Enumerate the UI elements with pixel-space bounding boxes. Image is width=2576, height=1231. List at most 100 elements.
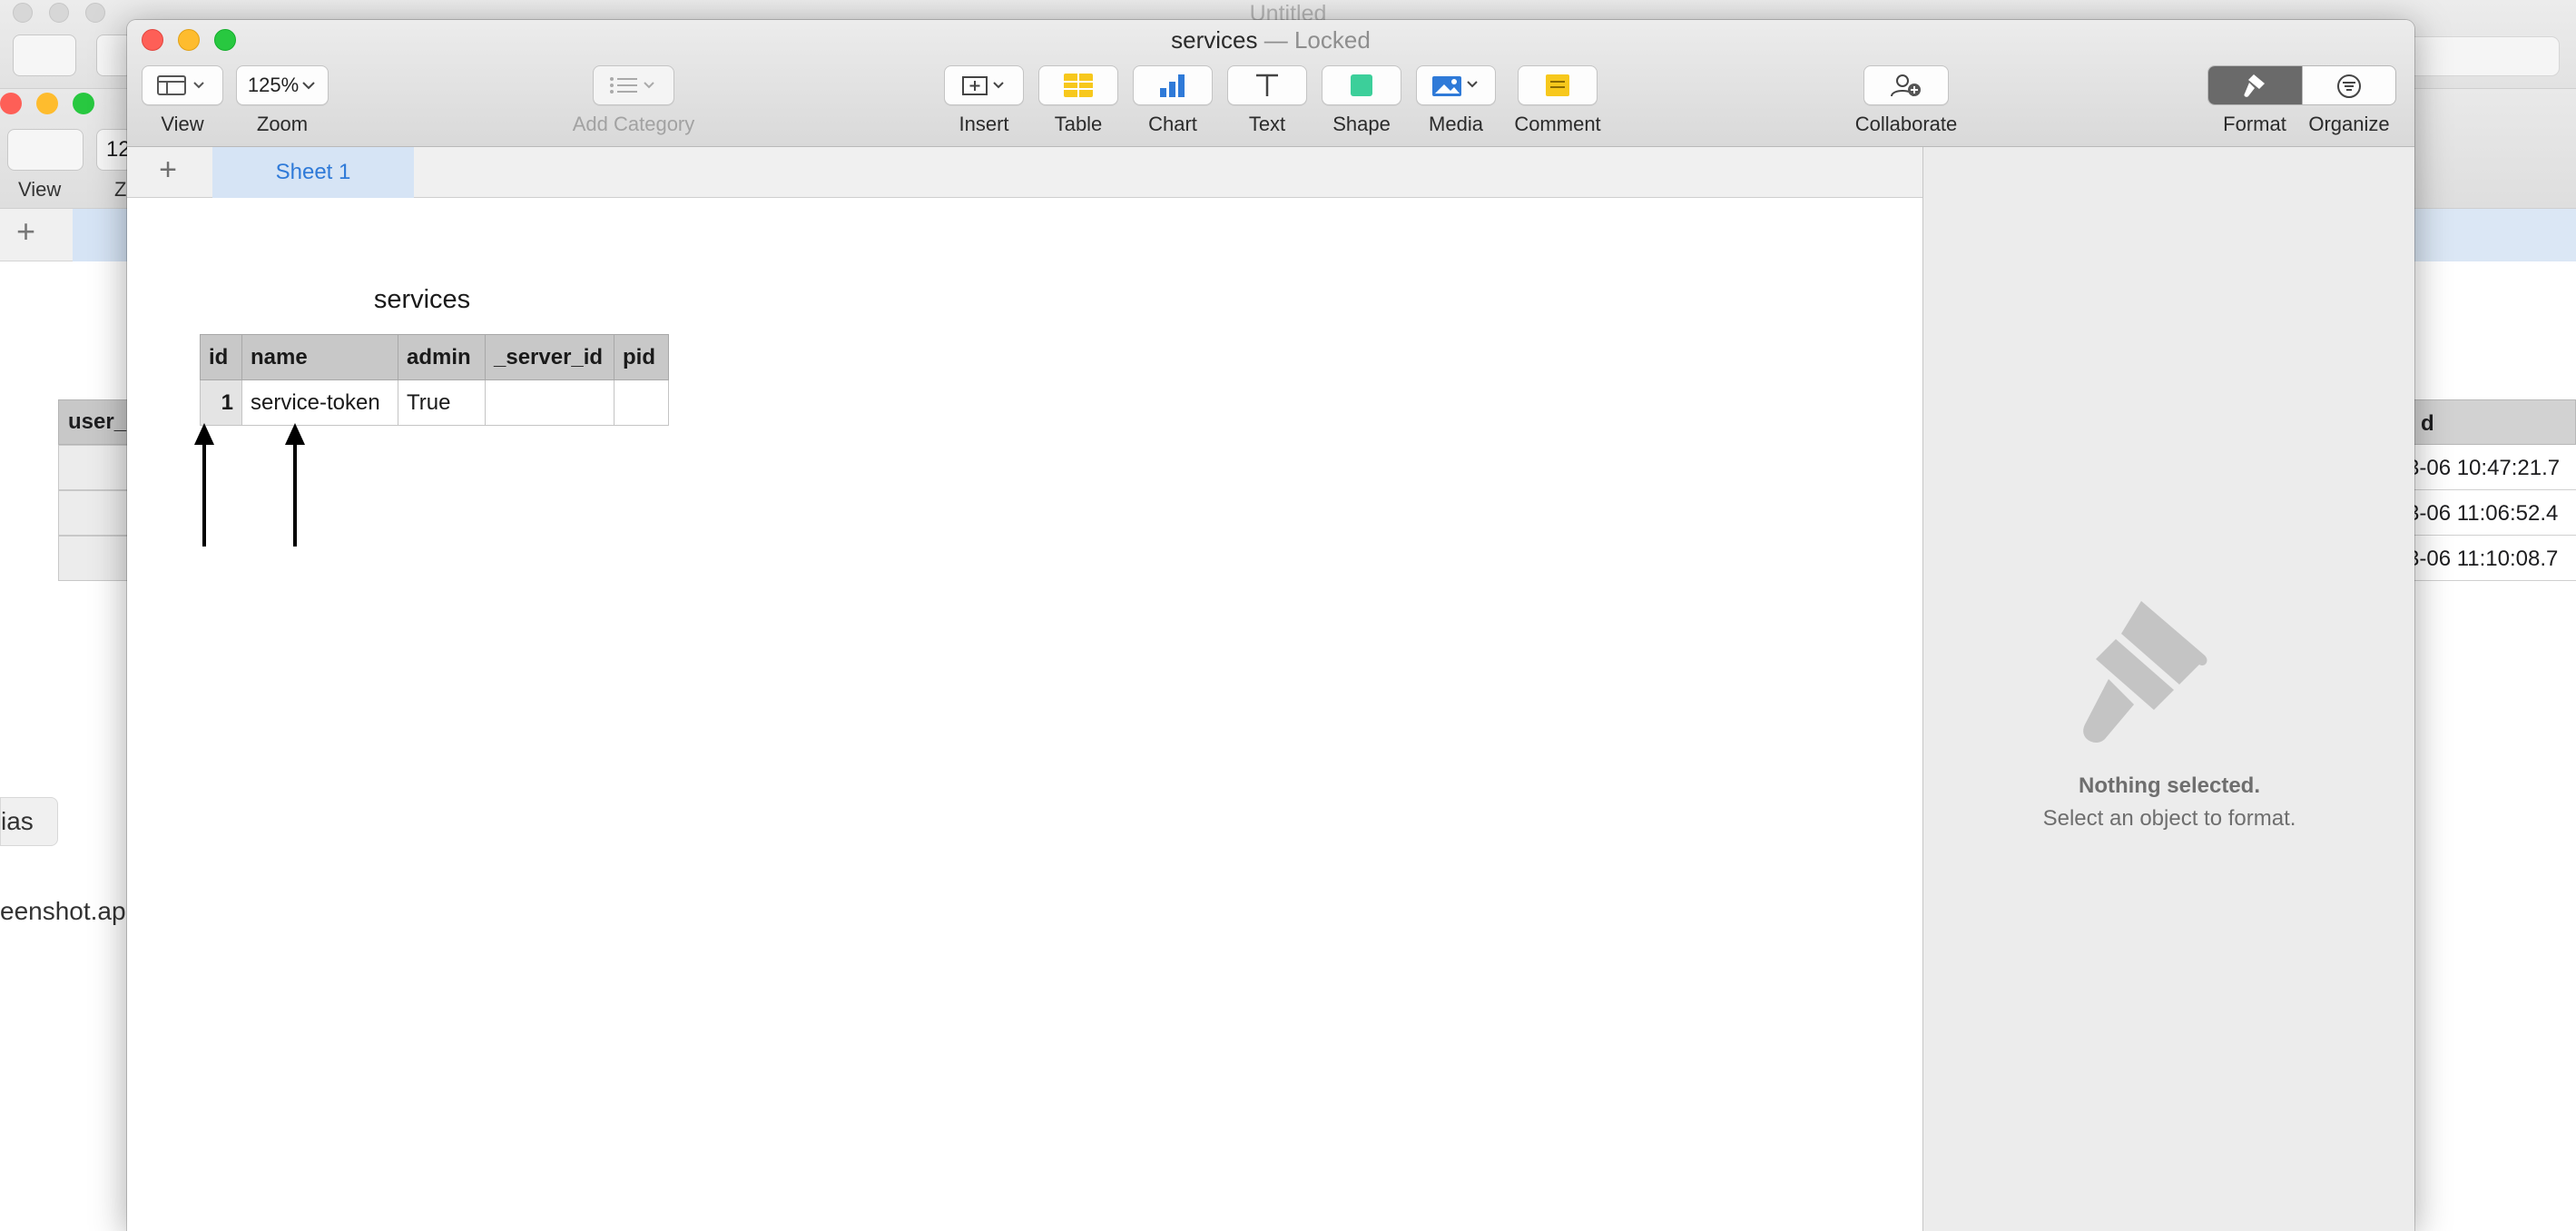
inspector-toggle (2207, 65, 2396, 105)
media-button[interactable] (1416, 65, 1496, 105)
chart-label: Chart (1148, 113, 1197, 135)
background-sidebar-button[interactable] (13, 34, 76, 76)
chart-tool: Chart (1133, 65, 1213, 136)
cell-name[interactable]: service-token (241, 379, 398, 426)
format-button[interactable] (2208, 66, 2302, 104)
insert-tool: Insert (944, 65, 1024, 136)
column-header-name[interactable]: name (241, 334, 398, 380)
window-title: services — Locked (127, 25, 2414, 54)
sheet-tab-bar: + Sheet 1 (127, 147, 1922, 198)
comment-button[interactable] (1518, 65, 1598, 105)
add-category-tool: Add Category (566, 65, 701, 136)
background-right-column-header: d (2413, 399, 2576, 445)
cell-id[interactable]: 1 (200, 379, 242, 426)
background-sheet-tab-right[interactable] (2414, 209, 2576, 261)
add-sheet-button[interactable]: + (152, 154, 183, 187)
table-title[interactable]: services (182, 285, 663, 315)
shape-button[interactable] (1322, 65, 1401, 105)
arrow-annotation-name (285, 423, 305, 547)
column-header-server-id[interactable]: _server_id (485, 334, 615, 380)
tab-sheet-1[interactable]: Sheet 1 (212, 147, 414, 198)
background-timestamp-cell: 3-06 11:06:52.4 (2413, 490, 2576, 536)
inspector-empty-subtitle: Select an object to format. (2042, 806, 2296, 831)
inspector-empty-title: Nothing selected. (2078, 773, 2261, 798)
text-label: Text (1248, 113, 1286, 135)
shape-label: Shape (1332, 113, 1391, 135)
insert-button[interactable] (944, 65, 1024, 105)
organize-button[interactable] (2302, 66, 2395, 104)
chart-icon (1160, 74, 1185, 97)
collaborate-tool: Collaborate (1848, 65, 1964, 136)
zoom-select[interactable]: 125% (236, 65, 329, 105)
background2-close-button[interactable] (0, 93, 22, 114)
zoom-tool: 125% Zoom (236, 65, 329, 136)
background-filename: eenshot.ap (0, 897, 126, 925)
organize-label: Organize (2308, 113, 2390, 135)
table-header-row: id name admin _server_id pid (200, 334, 669, 380)
add-category-button[interactable] (593, 65, 674, 105)
arrow-annotation-id (194, 423, 214, 547)
filter-icon (2337, 74, 2361, 98)
column-header-admin[interactable]: admin (398, 334, 486, 380)
background-close-button[interactable] (13, 3, 33, 23)
cell-server-id[interactable] (485, 379, 615, 426)
text-tool: Text (1227, 65, 1307, 136)
format-inspector: Nothing selected. Select an object to fo… (1922, 147, 2414, 1231)
background-zoom-label: Z (114, 178, 127, 201)
comment-label: Comment (1514, 113, 1601, 135)
sidebar-layout-icon (157, 75, 204, 95)
table-tool: Table (1038, 65, 1118, 136)
shape-tool: Shape (1322, 65, 1401, 136)
background-sheet-tab[interactable] (73, 209, 127, 261)
background-minimize-button[interactable] (49, 3, 69, 23)
numbers-window: services — Locked View 125% Zoom Add Cat… (127, 20, 2414, 1231)
text-icon (1256, 74, 1278, 96)
table-button[interactable] (1038, 65, 1118, 105)
background-view-button[interactable] (7, 129, 84, 171)
view-label: View (161, 113, 204, 135)
text-button[interactable] (1227, 65, 1307, 105)
format-label: Format (2223, 113, 2286, 135)
media-label: Media (1429, 113, 1483, 135)
background-maximize-button[interactable] (85, 3, 105, 23)
table-row: 1 service-token True (200, 379, 669, 426)
column-header-id[interactable]: id (200, 334, 242, 380)
shape-icon (1351, 74, 1372, 96)
services-table[interactable]: id name admin _server_id pid 1 service-t… (200, 334, 669, 426)
zoom-value: 125% (247, 74, 300, 96)
table-icon (1064, 74, 1093, 97)
insert-icon (962, 76, 1004, 95)
background-add-sheet-button[interactable]: + (16, 212, 35, 251)
collaborate-label: Collaborate (1854, 113, 1958, 135)
cell-admin[interactable]: True (398, 379, 486, 426)
collaborate-icon (1891, 74, 1921, 97)
comment-icon (1546, 74, 1569, 96)
comment-tool: Comment (1510, 65, 1605, 136)
background-timestamp-cell: 3-06 10:47:21.7 (2413, 445, 2576, 490)
locked-status: — Locked (1263, 26, 1371, 54)
sheet-canvas[interactable]: services id name admin _server_id pid 1 … (127, 198, 1922, 1231)
view-button[interactable] (142, 65, 223, 105)
add-category-label: Add Category (572, 113, 695, 135)
chart-button[interactable] (1133, 65, 1213, 105)
table-label: Table (1054, 113, 1103, 135)
background2-maximize-button[interactable] (73, 93, 94, 114)
background-timestamp-cell: 3-06 11:10:08.7 (2413, 536, 2576, 581)
media-tool: Media (1416, 65, 1496, 136)
background-view-label: View (18, 178, 62, 201)
paintbrush-icon (2243, 74, 2265, 97)
chevron-down-icon (302, 82, 315, 90)
paintbrush-icon (2083, 601, 2207, 744)
background2-minimize-button[interactable] (36, 93, 58, 114)
list-icon (610, 77, 654, 94)
window-titlebar: services — Locked View 125% Zoom Add Cat… (127, 20, 2414, 147)
document-name: services (1171, 26, 1258, 54)
collaborate-button[interactable] (1863, 65, 1949, 105)
background-chip[interactable]: ias (0, 797, 58, 846)
zoom-label: Zoom (256, 113, 309, 135)
media-icon (1432, 76, 1478, 96)
cell-pid[interactable] (614, 379, 669, 426)
column-header-pid[interactable]: pid (614, 334, 669, 380)
insert-label: Insert (959, 113, 1009, 135)
view-tool: View (142, 65, 223, 136)
